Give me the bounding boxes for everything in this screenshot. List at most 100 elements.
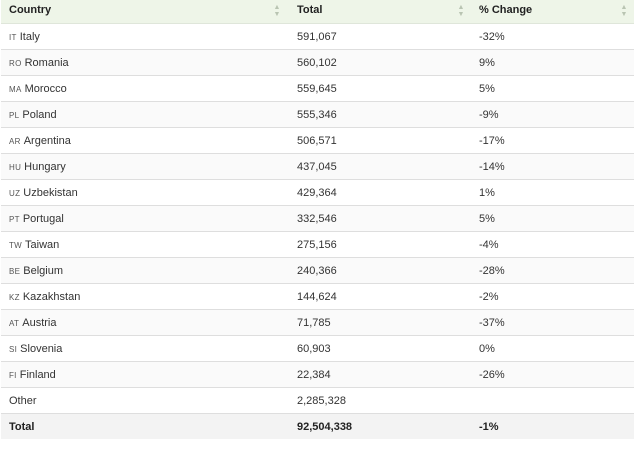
country-code: IT — [9, 33, 17, 42]
total-cell: 2,285,328 — [297, 395, 346, 407]
table-footer-row: Total 92,504,338 -1% — [1, 414, 634, 439]
country-cell: PT Portugal — [9, 213, 64, 225]
country-cell: TW Taiwan — [9, 239, 59, 251]
country-name: Belgium — [23, 265, 64, 277]
total-cell: 506,571 — [297, 135, 337, 147]
table-row: BE Belgium 240,366 -28% — [1, 258, 634, 284]
country-code: FI — [9, 371, 17, 380]
table-row: IT Italy 591,067 -32% — [1, 24, 634, 50]
country-name: Uzbekistan — [23, 187, 78, 199]
table-row: KZ Kazakhstan 144,624 -2% — [1, 284, 634, 310]
change-cell: -4% — [479, 239, 499, 251]
sort-icon[interactable]: ▲ ▼ — [273, 4, 281, 18]
table-row: HU Hungary 437,045 -14% — [1, 154, 634, 180]
change-cell: -28% — [479, 265, 505, 277]
country-code: PT — [9, 215, 20, 224]
country-name: Romania — [24, 57, 69, 69]
total-cell: 437,045 — [297, 161, 337, 173]
sort-icon[interactable]: ▲ ▼ — [620, 4, 628, 18]
footer-change: -1% — [479, 421, 499, 433]
column-header-total[interactable]: Total — [297, 4, 322, 16]
country-name: Italy — [19, 31, 40, 43]
column-header-change[interactable]: % Change — [479, 4, 532, 16]
table-row: PL Poland 555,346 -9% — [1, 102, 634, 128]
total-cell: 429,364 — [297, 187, 337, 199]
country-cell: SI Slovenia — [9, 343, 62, 355]
country-cell: HU Hungary — [9, 161, 66, 173]
country-cell: UZ Uzbekistan — [9, 187, 78, 199]
country-name: Austria — [22, 317, 57, 329]
total-cell: 275,156 — [297, 239, 337, 251]
table-row: UZ Uzbekistan 429,364 1% — [1, 180, 634, 206]
total-cell: 71,785 — [297, 317, 331, 329]
table-body: IT Italy 591,067 -32% RO Romania 560,102 9% MA Mo… — [1, 24, 634, 414]
change-cell: 0% — [479, 343, 495, 355]
country-name: Poland — [22, 109, 57, 121]
country-cell: Other — [9, 395, 37, 407]
country-name: Hungary — [24, 161, 66, 173]
change-cell: -26% — [479, 369, 505, 381]
country-cell: BE Belgium — [9, 265, 63, 277]
country-code: SI — [9, 345, 18, 354]
country-cell: AR Argentina — [9, 135, 71, 147]
table-row: FI Finland 22,384 -26% — [1, 362, 634, 388]
country-code: MA — [9, 85, 22, 94]
country-cell: PL Poland — [9, 109, 57, 121]
country-cell: RO Romania — [9, 57, 69, 69]
table-header: Country ▲ ▼ Total ▲ ▼ % Change ▲ ▼ — [1, 0, 634, 24]
table-row: RO Romania 560,102 9% — [1, 50, 634, 76]
total-cell: 555,346 — [297, 109, 337, 121]
country-cell: KZ Kazakhstan — [9, 291, 80, 303]
country-cell: IT Italy — [9, 31, 40, 43]
country-code: UZ — [9, 189, 21, 198]
country-cell: MA Morocco — [9, 83, 67, 95]
country-name: Kazakhstan — [22, 291, 81, 303]
country-name: Other — [9, 395, 37, 407]
change-cell: 5% — [479, 213, 495, 225]
change-cell: -2% — [479, 291, 499, 303]
change-cell: 5% — [479, 83, 495, 95]
table-row: AT Austria 71,785 -37% — [1, 310, 634, 336]
sort-icon[interactable]: ▲ ▼ — [457, 4, 465, 18]
total-cell: 559,645 — [297, 83, 337, 95]
change-cell: 9% — [479, 57, 495, 69]
country-totals-table: Country ▲ ▼ Total ▲ ▼ % Change ▲ ▼ IT Italy 5… — [1, 0, 634, 439]
country-name: Argentina — [23, 135, 71, 147]
change-cell: -14% — [479, 161, 505, 173]
country-name: Slovenia — [20, 343, 63, 355]
footer-label: Total — [9, 421, 35, 433]
change-cell: -32% — [479, 31, 505, 43]
footer-total: 92,504,338 — [297, 421, 353, 433]
table-row: Other 2,285,328 — [1, 388, 634, 414]
country-code: TW — [9, 241, 23, 250]
change-cell: -9% — [479, 109, 499, 121]
total-cell: 560,102 — [297, 57, 337, 69]
change-cell: -37% — [479, 317, 505, 329]
total-cell: 240,366 — [297, 265, 337, 277]
country-code: PL — [9, 111, 20, 120]
change-cell: -17% — [479, 135, 505, 147]
country-cell: AT Austria — [9, 317, 56, 329]
country-code: RO — [9, 59, 22, 68]
table-row: AR Argentina 506,571 -17% — [1, 128, 634, 154]
country-code: HU — [9, 163, 22, 172]
country-cell: FI Finland — [9, 369, 56, 381]
country-name: Morocco — [24, 83, 67, 95]
country-code: BE — [9, 267, 21, 276]
total-cell: 591,067 — [297, 31, 337, 43]
table-row: TW Taiwan 275,156 -4% — [1, 232, 634, 258]
change-cell: 1% — [479, 187, 495, 199]
country-code: AT — [9, 319, 20, 328]
country-code: KZ — [9, 293, 20, 302]
country-name: Finland — [19, 369, 56, 381]
table-row: PT Portugal 332,546 5% — [1, 206, 634, 232]
total-cell: 22,384 — [297, 369, 331, 381]
total-cell: 60,903 — [297, 343, 331, 355]
total-cell: 144,624 — [297, 291, 337, 303]
country-name: Taiwan — [25, 239, 60, 251]
country-code: AR — [9, 137, 21, 146]
column-header-country[interactable]: Country — [9, 4, 51, 16]
country-name: Portugal — [22, 213, 64, 225]
total-cell: 332,546 — [297, 213, 337, 225]
table-row: SI Slovenia 60,903 0% — [1, 336, 634, 362]
